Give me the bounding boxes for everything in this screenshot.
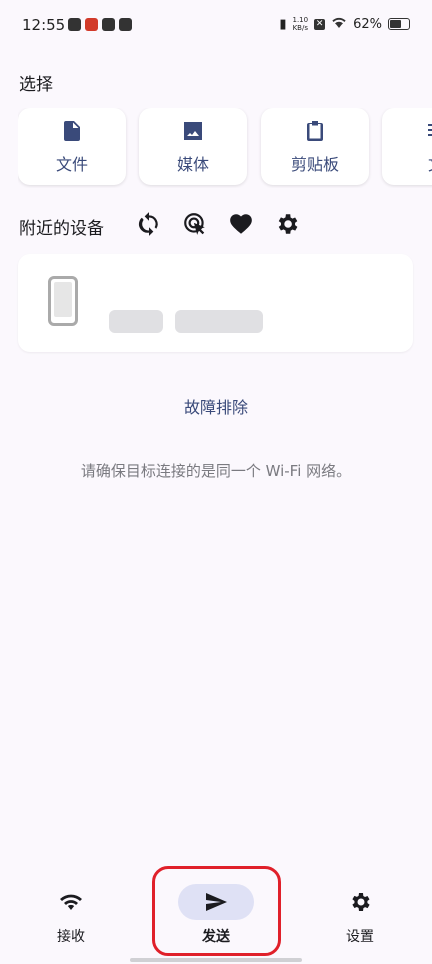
nav-receive-pill [33, 884, 109, 920]
nearby-devices-title: 附近的设备 [19, 219, 104, 239]
refresh-icon[interactable] [136, 211, 162, 237]
battery-icon [388, 18, 410, 30]
image-icon [184, 121, 202, 140]
media-card-label: 媒体 [176, 154, 209, 174]
troubleshoot-link[interactable]: 故障排除 [0, 394, 432, 418]
status-right: ▮ 1.10 KB/s ✕ 62% [279, 16, 410, 32]
nav-receive-label: 接收 [57, 929, 85, 945]
wifi-hint-text: 请确保目标连接的是同一个 Wi-Fi 网络。 [80, 462, 352, 480]
target-click-icon[interactable] [182, 211, 208, 237]
battery-percent: 62% [353, 16, 382, 32]
highlight-annotation [152, 866, 281, 956]
vibrate-icon: ▮ [279, 16, 287, 32]
select-title: 选择 [19, 75, 53, 95]
nav-receive[interactable]: 接收 [16, 884, 126, 946]
text-card[interactable]: 文 [382, 108, 432, 185]
nearby-actions [136, 211, 300, 237]
status-bar: 12:55 ▮ 1.10 KB/s ✕ 62% [0, 0, 432, 52]
clipboard-card[interactable]: 剪贴板 [261, 108, 369, 185]
file-card-label: 文件 [55, 154, 88, 174]
tiktok-icon [102, 18, 115, 31]
notification-icon [85, 18, 98, 31]
settings-icon [352, 893, 370, 911]
file-icon [64, 120, 80, 141]
text-icon [428, 123, 432, 136]
status-time: 12:55 [22, 16, 66, 34]
media-card[interactable]: 媒体 [139, 108, 247, 185]
gear-icon[interactable] [274, 211, 300, 237]
select-cards: 文件 媒体 剪贴板 文 [18, 108, 432, 188]
skeleton-label [109, 310, 163, 333]
nav-settings-label: 设置 [346, 929, 374, 945]
file-card[interactable]: 文件 [18, 108, 126, 185]
clipboard-icon [307, 120, 323, 141]
notification-icons [68, 18, 132, 31]
text-card-label: 文 [428, 151, 432, 175]
clipboard-card-label: 剪贴板 [290, 154, 339, 174]
sim-x-icon: ✕ [314, 18, 326, 30]
device-placeholder-card [18, 254, 413, 352]
nav-settings-pill [322, 884, 398, 920]
phone-icon [48, 276, 78, 326]
net-speed: 1.10 KB/s [292, 16, 309, 32]
notification-icon [119, 18, 132, 31]
home-indicator[interactable] [130, 958, 302, 962]
heart-icon[interactable] [228, 211, 254, 237]
wifi-icon [60, 894, 82, 910]
notification-icon [68, 18, 81, 31]
skeleton-label [175, 310, 263, 333]
nav-settings[interactable]: 设置 [305, 884, 415, 946]
wifi-status-icon [331, 16, 347, 32]
